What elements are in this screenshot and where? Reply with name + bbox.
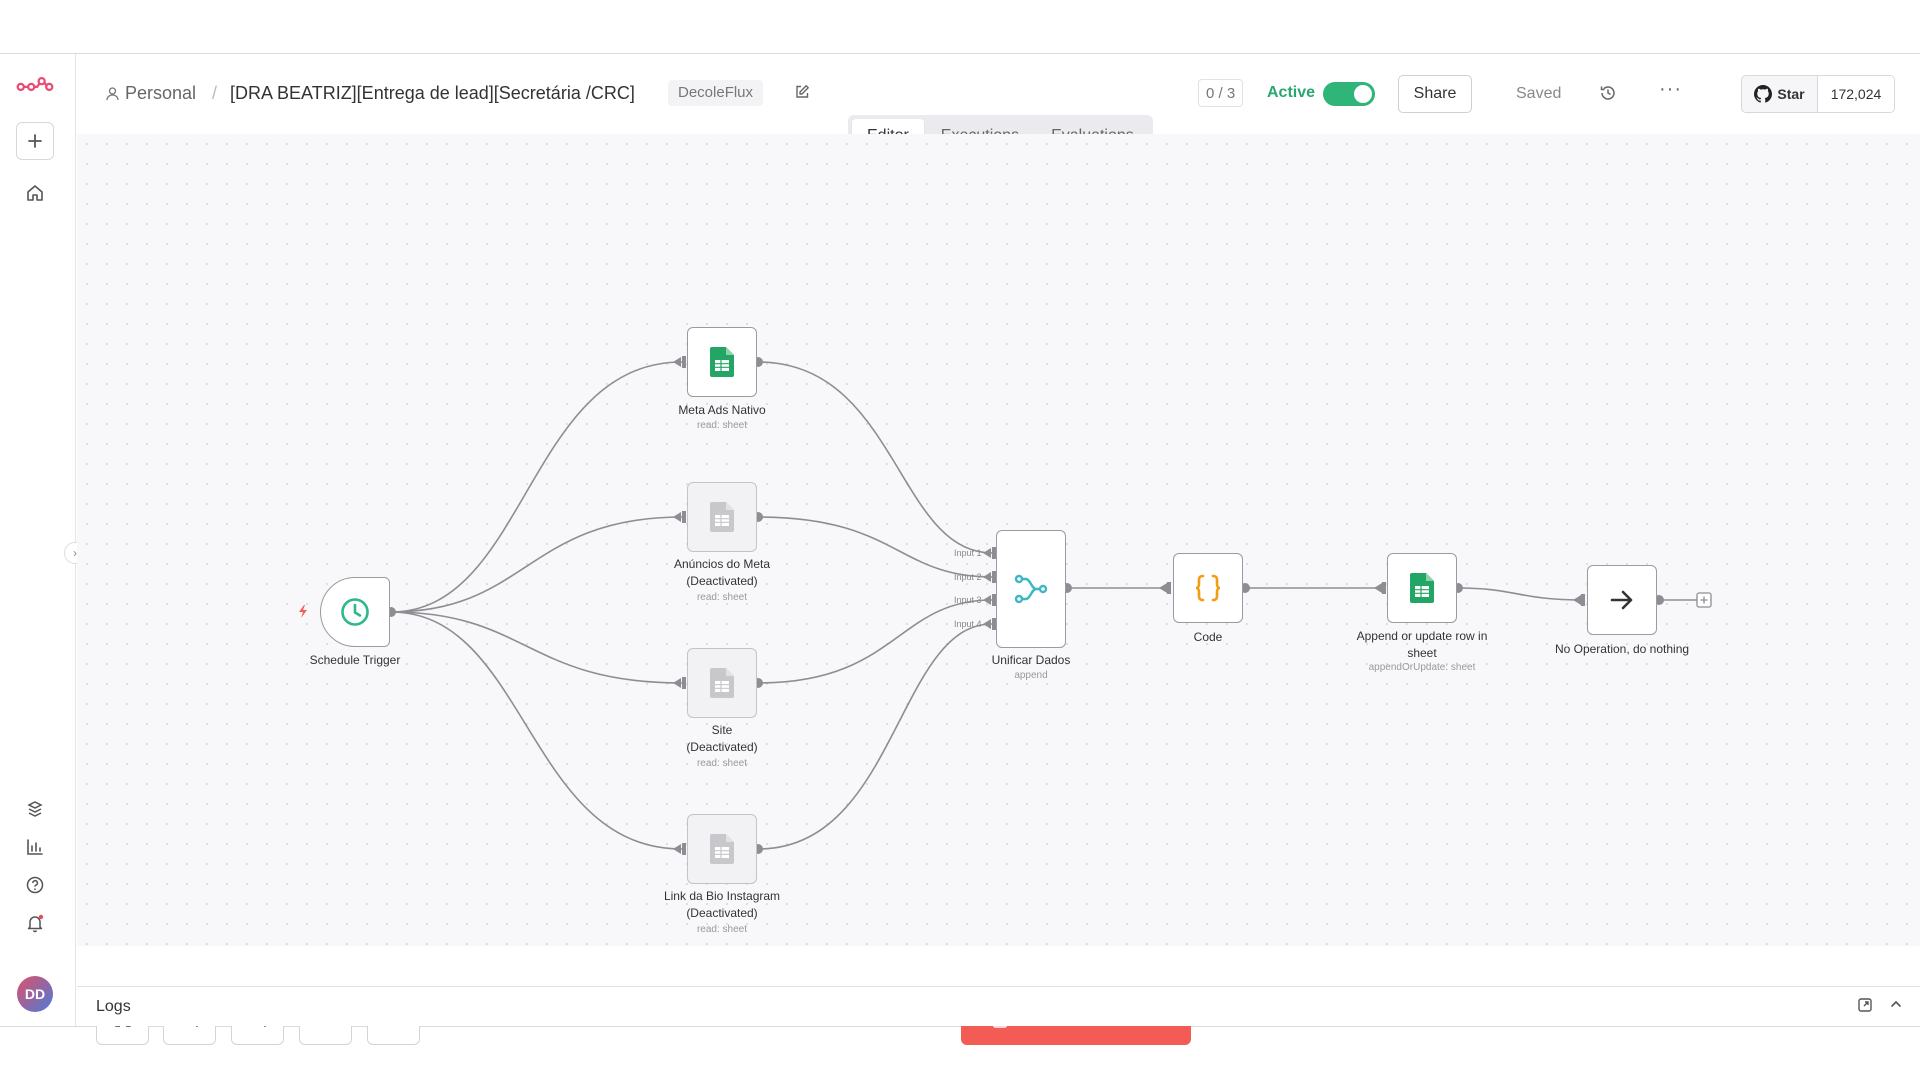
node-schedule-trigger[interactable] xyxy=(320,577,390,647)
node-append-or-update-row[interactable] xyxy=(1387,553,1457,623)
node-meta-ads-label: Meta Ads Nativo xyxy=(678,403,766,417)
popout-icon[interactable] xyxy=(1857,997,1873,1018)
arrow-right-icon xyxy=(1610,590,1633,610)
node-append-label: Append or update row in sheet xyxy=(1337,628,1507,662)
help-icon[interactable] xyxy=(16,866,54,904)
node-site-status: (Deactivated) xyxy=(686,740,758,754)
workflow-tag[interactable]: DecoleFlux xyxy=(668,80,764,106)
share-button[interactable]: Share xyxy=(1398,75,1472,113)
add-node-after-icon xyxy=(1696,592,1712,608)
node-anuncios-status: (Deactivated) xyxy=(686,574,758,588)
home-icon[interactable] xyxy=(16,174,54,212)
node-code-label: Code xyxy=(1193,630,1223,644)
node-site[interactable] xyxy=(687,648,757,718)
workflow-canvas[interactable]: Schedule Trigger Meta Ads Nativo read: s… xyxy=(77,134,1920,1045)
node-append-name-2: sheet xyxy=(1407,646,1437,660)
node-site-label: Site (Deactivated) xyxy=(637,722,807,756)
node-link-bio-name: Link da Bio Instagram xyxy=(663,889,781,903)
google-sheets-icon xyxy=(710,347,734,377)
user-avatar[interactable]: DD xyxy=(17,976,53,1012)
node-anuncios-label: Anúncios do Meta (Deactivated) xyxy=(637,556,807,590)
node-no-operation[interactable] xyxy=(1587,565,1657,635)
templates-icon[interactable] xyxy=(16,790,54,828)
active-toggle[interactable] xyxy=(1323,82,1375,106)
node-link-bio-status: (Deactivated) xyxy=(686,906,758,920)
clock-icon xyxy=(341,598,369,626)
add-icon[interactable] xyxy=(16,122,54,160)
saved-status: Saved xyxy=(1516,85,1562,102)
more-options-icon[interactable]: ··· xyxy=(1659,78,1682,101)
node-meta-ads-subtitle: read: sheet xyxy=(696,420,748,431)
node-unificar-dados[interactable] xyxy=(996,530,1066,648)
node-anuncios-do-meta[interactable] xyxy=(687,482,757,552)
node-anuncios-name: Anúncios do Meta xyxy=(673,557,771,571)
google-sheets-icon xyxy=(710,834,734,864)
node-link-bio-label: Link da Bio Instagram (Deactivated) xyxy=(637,888,807,922)
trigger-bolt-icon xyxy=(299,605,307,618)
breadcrumb-separator: / xyxy=(212,83,218,103)
edge-trigger-site xyxy=(390,611,683,684)
node-link-da-bio-instagram[interactable] xyxy=(687,814,757,884)
github-star-widget[interactable]: Star 172,024 xyxy=(1741,75,1895,113)
breadcrumb-personal-label: Personal xyxy=(125,83,197,103)
toggle-knob xyxy=(1354,85,1372,103)
history-icon[interactable] xyxy=(1599,84,1617,107)
evaluation-counter: 0 / 3 xyxy=(1198,79,1244,107)
logs-title: Logs xyxy=(96,998,131,1015)
node-schedule-trigger-label: Schedule Trigger xyxy=(309,653,401,667)
node-anuncios-subtitle: read: sheet xyxy=(696,592,748,603)
left-sidebar: DD xyxy=(0,54,76,1026)
github-star-count[interactable]: 172,024 xyxy=(1818,76,1894,112)
notifications-bell-icon[interactable] xyxy=(16,904,54,942)
edge-append-noop xyxy=(1457,587,1585,601)
edge-meta-ads-unificar xyxy=(757,361,993,554)
node-no-operation-label: No Operation, do nothing xyxy=(1554,642,1690,656)
node-unificar-label: Unificar Dados xyxy=(991,653,1071,667)
node-meta-ads-nativo[interactable] xyxy=(687,327,757,397)
workflow-title[interactable]: [DRA BEATRIZ][Entrega de lead][Secretári… xyxy=(230,83,635,104)
n8n-app: DD › Personal / [DRA BEATRIZ][Entrega de… xyxy=(0,53,1920,1045)
unificar-input-1-label: Input 1 xyxy=(954,548,982,558)
active-label: Active xyxy=(1267,84,1316,101)
user-icon xyxy=(106,86,119,100)
unificar-input-3-label: Input 3 xyxy=(954,595,982,605)
node-append-name: Append or update row in xyxy=(1356,629,1488,643)
chevron-up-icon[interactable] xyxy=(1889,997,1903,1016)
node-unificar-subtitle: append xyxy=(1014,670,1048,681)
node-site-name: Site xyxy=(711,723,733,737)
google-sheets-icon xyxy=(710,502,734,532)
node-site-subtitle: read: sheet xyxy=(696,758,748,769)
insights-icon[interactable] xyxy=(16,828,54,866)
google-sheets-icon xyxy=(1410,573,1434,603)
github-icon xyxy=(1754,85,1773,103)
n8n-logo-icon[interactable] xyxy=(16,66,54,104)
code-braces-icon xyxy=(1195,574,1221,602)
unificar-input-2-label: Input 2 xyxy=(954,572,982,582)
merge-icon xyxy=(1014,574,1048,604)
unificar-input-4-label: Input 4 xyxy=(954,619,982,629)
node-link-bio-subtitle: read: sheet xyxy=(696,924,748,935)
breadcrumb-personal[interactable]: Personal xyxy=(106,83,196,104)
node-append-subtitle: appendOrUpdate: sheet xyxy=(1368,662,1476,673)
github-star-button[interactable]: Star xyxy=(1742,76,1818,112)
node-code[interactable] xyxy=(1173,553,1243,623)
edit-tags-icon[interactable] xyxy=(794,84,810,105)
google-sheets-icon xyxy=(710,668,734,698)
github-star-label: Star xyxy=(1777,86,1805,102)
logs-panel-bar[interactable]: Logs xyxy=(77,986,1920,1026)
